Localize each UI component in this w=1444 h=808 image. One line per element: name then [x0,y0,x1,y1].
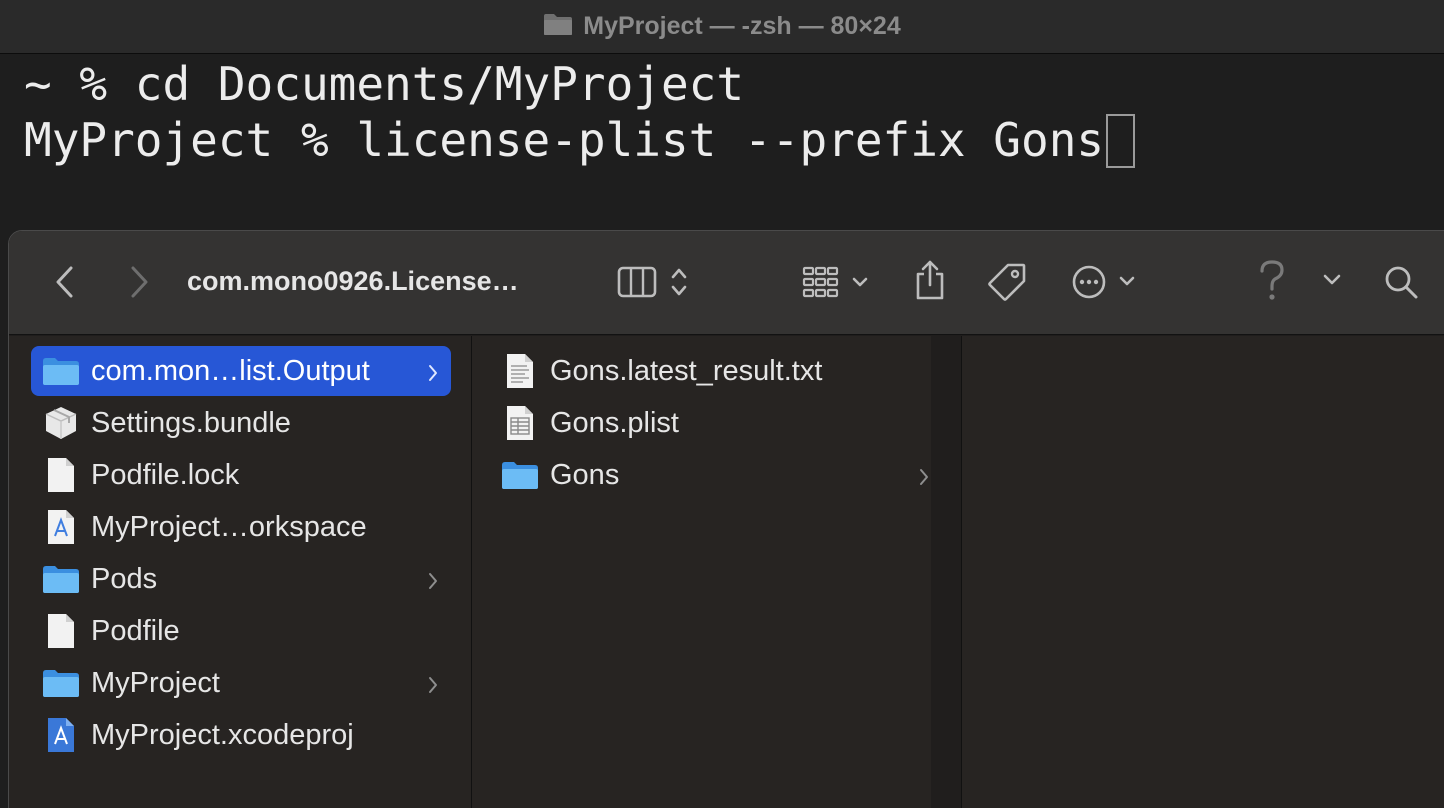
plist-file-icon [500,403,540,443]
item-label: com.mon…list.Output [91,354,370,387]
forward-icon[interactable] [127,265,151,299]
list-item[interactable]: Podfile.lock [31,450,451,500]
finder-toolbar: com.mono0926.License… [9,231,1444,335]
text-file-icon [500,351,540,391]
grid-view-icon[interactable] [802,266,876,298]
column-view-icon[interactable] [617,264,701,300]
finder-window: com.mono0926.License… com.mon…list.Outpu… [8,230,1444,808]
list-item[interactable]: Gons [492,450,942,500]
terminal-title: MyProject — -zsh — 80×24 [0,12,1444,43]
list-item[interactable]: Gons.latest_result.txt [492,346,942,396]
xcode-project-icon [41,715,81,755]
list-item[interactable]: Gons.plist [492,398,942,448]
chevron-right-icon [427,359,439,392]
folder-icon [543,12,573,43]
folder-icon [41,663,81,703]
more-icon[interactable] [1071,264,1151,300]
chevron-right-icon [427,567,439,600]
terminal-title-text: MyProject — -zsh — 80×24 [583,12,901,40]
terminal-line: MyProject % license-plist --prefix Gons [24,113,1105,167]
chevron-right-icon [918,463,930,496]
search-icon[interactable] [1384,265,1420,301]
item-label: Pods [91,562,158,595]
item-label: Settings.bundle [91,406,291,439]
terminal-line: ~ % cd Documents/MyProject [24,57,745,111]
text-cursor [1106,114,1136,168]
terminal-prompt-line: MyProject % license-plist --prefix Gons [24,112,1136,168]
list-item[interactable]: MyProject [31,658,451,708]
document-icon [41,611,81,651]
item-label: Gons.latest_result.txt [550,354,823,387]
item-label: Gons [550,458,620,491]
chevron-right-icon [427,671,439,704]
column-browser: com.mon…list.Output Settings.bundle Podf… [9,336,1444,808]
item-label: Gons.plist [550,406,679,439]
terminal-output[interactable]: ~ % cd Documents/MyProject MyProject % li… [24,56,1136,168]
list-item[interactable]: Pods [31,554,451,604]
document-icon [41,455,81,495]
folder-icon [41,559,81,599]
list-item[interactable]: MyProject…orkspace [31,502,451,552]
item-label: MyProject…orkspace [91,510,367,543]
folder-icon [500,455,540,495]
back-icon[interactable] [53,265,77,299]
path-title[interactable]: com.mono0926.License… [187,266,519,297]
item-label: Podfile [91,614,180,647]
column-1[interactable]: com.mon…list.Output Settings.bundle Podf… [9,336,471,808]
folder-icon [41,351,81,391]
help-icon[interactable] [1257,259,1287,303]
bundle-icon [41,403,81,443]
column-3[interactable] [961,336,1444,808]
terminal-window: MyProject — -zsh — 80×24 ~ % cd Document… [0,0,1444,240]
column-2[interactable]: Gons.latest_result.txt Gons.plist Gons [471,336,961,808]
item-label: MyProject.xcodeproj [91,718,354,751]
terminal-titlebar[interactable]: MyProject — -zsh — 80×24 [0,0,1444,54]
list-item[interactable]: com.mon…list.Output [31,346,451,396]
list-item[interactable]: MyProject.xcodeproj [31,710,451,760]
tag-icon[interactable] [987,262,1027,302]
item-label: Podfile.lock [91,458,240,491]
list-item[interactable]: Podfile [31,606,451,656]
share-icon[interactable] [914,259,946,301]
chevron-down-icon[interactable] [1322,273,1342,287]
list-item[interactable]: Settings.bundle [31,398,451,448]
item-label: MyProject [91,666,220,699]
xcode-workspace-icon [41,507,81,547]
